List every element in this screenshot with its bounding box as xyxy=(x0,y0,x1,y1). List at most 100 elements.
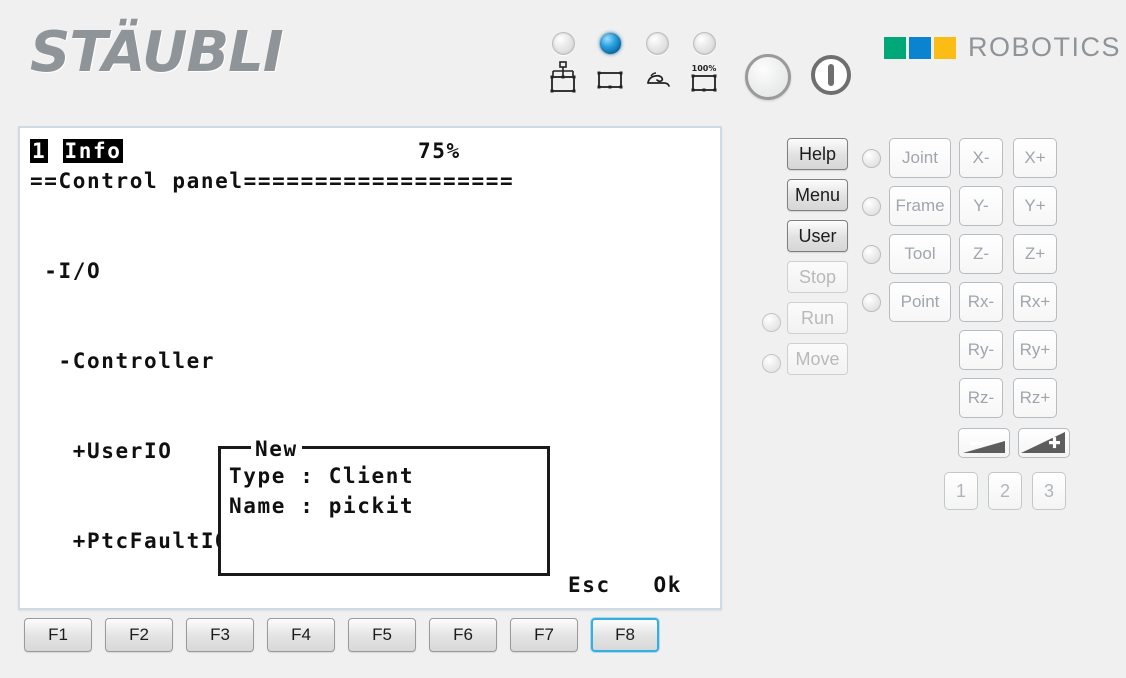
jog-panel: Joint X- X+ Frame Y- Y+ Tool Z- Z+ Point… xyxy=(862,138,1078,510)
stop-button[interactable]: Stop xyxy=(787,261,848,293)
mode-selector: 100% xyxy=(540,32,730,110)
jog-row-y: Frame Y- Y+ xyxy=(862,186,1078,226)
full-speed-mode-icon: 100% xyxy=(681,61,727,95)
jog-rz-minus-button[interactable]: Rz- xyxy=(959,378,1003,418)
number-keys: 1 2 3 xyxy=(944,472,1078,510)
jog-row-rz: Rz- Rz+ xyxy=(862,378,1078,418)
lcd-section-rule: ==Control panel=================== xyxy=(30,169,515,193)
point-mode-led xyxy=(862,292,881,312)
page-title: Info xyxy=(62,139,124,163)
staubli-logo: STÄUBLI xyxy=(30,20,284,85)
function-key-f5[interactable]: F5 xyxy=(348,618,416,652)
speed-up-button[interactable] xyxy=(1018,428,1070,458)
help-button[interactable]: Help xyxy=(787,138,848,170)
lcd-screen[interactable]: 1 Info 75% ==Control panel==============… xyxy=(18,126,722,610)
tree-item[interactable]: -Controller xyxy=(30,346,244,376)
number-key-1[interactable]: 1 xyxy=(944,472,978,510)
dialog-value-name[interactable]: pickit xyxy=(329,494,414,518)
mode-manual-led xyxy=(598,32,622,55)
robotics-label: ROBOTICS xyxy=(968,32,1122,62)
frame-mode-led xyxy=(862,196,881,216)
jog-ry-plus-button[interactable]: Ry+ xyxy=(1013,330,1057,370)
new-socket-dialog: New Type : Client Name : pickit xyxy=(218,434,550,576)
jog-z-plus-button[interactable]: Z+ xyxy=(1013,234,1057,274)
frame-mode-button[interactable]: Frame xyxy=(889,186,951,226)
mode-full-speed[interactable]: 100% xyxy=(681,32,727,95)
emergency-stop-button[interactable] xyxy=(745,54,791,100)
manual-mode-icon xyxy=(587,61,633,95)
lcd-title-row: 1 Info xyxy=(30,136,124,166)
joint-mode-button[interactable]: Joint xyxy=(889,138,951,178)
jog-row-ry: Ry- Ry+ xyxy=(862,330,1078,370)
tree-item[interactable]: +PtcFaultIO xyxy=(30,526,244,556)
lcd-page-number: 1 xyxy=(30,139,49,163)
dialog-label-type: Type xyxy=(229,464,286,488)
robotics-logo: ROBOTICS xyxy=(884,32,1121,63)
side-key-column: Help Menu User Stop Run Move xyxy=(762,138,848,384)
swatch-green xyxy=(884,36,906,59)
io-tree[interactable]: -I/O -Controller +UserIO +PtcFaultIO +Fa… xyxy=(30,196,244,608)
function-key-f1[interactable]: F1 xyxy=(24,618,92,652)
dialog-label-name: Name xyxy=(229,494,286,518)
teach-mode-icon xyxy=(634,61,680,95)
function-key-f2[interactable]: F2 xyxy=(105,618,173,652)
jog-row-z: Tool Z- Z+ xyxy=(862,234,1078,274)
lcd-speed-percent: 75% xyxy=(418,139,461,163)
side-key-row-move: Move xyxy=(762,343,848,384)
run-button[interactable]: Run xyxy=(787,302,848,334)
jog-rz-plus-button[interactable]: Rz+ xyxy=(1013,378,1057,418)
tree-item[interactable]: -I/O xyxy=(30,256,244,286)
function-key-f6[interactable]: F6 xyxy=(429,618,497,652)
dialog-title: New xyxy=(251,434,302,464)
teach-pendant-window: STÄUBLI 100% ROBOTICS 1 Info 75% ==Contr… xyxy=(0,0,1126,678)
jog-y-minus-button[interactable]: Y- xyxy=(959,186,1003,226)
move-button[interactable]: Move xyxy=(787,343,848,375)
tree-item[interactable]: +UserIO xyxy=(30,436,244,466)
speed-down-button[interactable] xyxy=(958,428,1010,458)
side-key-row-help: Help xyxy=(762,138,848,179)
number-key-2[interactable]: 2 xyxy=(988,472,1022,510)
svg-text:100%: 100% xyxy=(692,64,717,73)
function-key-bar: F1 F2 F3 F4 F5 F6 F7 F8 xyxy=(24,618,672,652)
jog-x-minus-button[interactable]: X- xyxy=(959,138,1003,178)
remote-mode-icon xyxy=(540,61,586,95)
speed-decrease-icon xyxy=(963,441,1005,453)
robotics-swatches xyxy=(884,36,956,59)
jog-rx-plus-button[interactable]: Rx+ xyxy=(1013,282,1057,322)
mode-manual[interactable] xyxy=(587,32,633,95)
speed-increase-icon xyxy=(1021,432,1065,453)
dialog-value-type[interactable]: Client xyxy=(329,464,414,488)
point-mode-button[interactable]: Point xyxy=(889,282,951,322)
swatch-blue xyxy=(909,36,931,59)
tool-mode-button[interactable]: Tool xyxy=(889,234,951,274)
run-led xyxy=(762,313,781,332)
jog-row-rx: Point Rx- Rx+ xyxy=(862,282,1078,322)
number-key-3[interactable]: 3 xyxy=(1032,472,1066,510)
staubli-logo-text: STÄUBLI xyxy=(30,20,284,85)
mode-teach-led xyxy=(645,32,669,55)
function-key-f3[interactable]: F3 xyxy=(186,618,254,652)
side-key-row-user: User xyxy=(762,220,848,261)
side-key-row-menu: Menu xyxy=(762,179,848,220)
dialog-row-name[interactable]: Name : pickit xyxy=(229,491,414,521)
function-key-f8[interactable]: F8 xyxy=(591,618,659,652)
jog-rx-minus-button[interactable]: Rx- xyxy=(959,282,1003,322)
dialog-row-type[interactable]: Type : Client xyxy=(229,461,414,491)
menu-button[interactable]: Menu xyxy=(787,179,848,211)
jog-y-plus-button[interactable]: Y+ xyxy=(1013,186,1057,226)
jog-z-minus-button[interactable]: Z- xyxy=(959,234,1003,274)
mode-remote[interactable] xyxy=(540,32,586,95)
function-key-f4[interactable]: F4 xyxy=(267,618,335,652)
side-key-row-run: Run xyxy=(762,302,848,343)
function-key-f7[interactable]: F7 xyxy=(510,618,578,652)
lcd-softkeys[interactable]: Esc Ok xyxy=(568,570,682,600)
swatch-yellow xyxy=(934,36,956,59)
power-button[interactable] xyxy=(810,54,852,96)
side-key-row-stop: Stop xyxy=(762,261,848,302)
jog-ry-minus-button[interactable]: Ry- xyxy=(959,330,1003,370)
user-button[interactable]: User xyxy=(787,220,848,252)
mode-teach[interactable] xyxy=(634,32,680,95)
tool-mode-led xyxy=(862,244,881,264)
mode-remote-led xyxy=(551,32,575,55)
jog-x-plus-button[interactable]: X+ xyxy=(1013,138,1057,178)
